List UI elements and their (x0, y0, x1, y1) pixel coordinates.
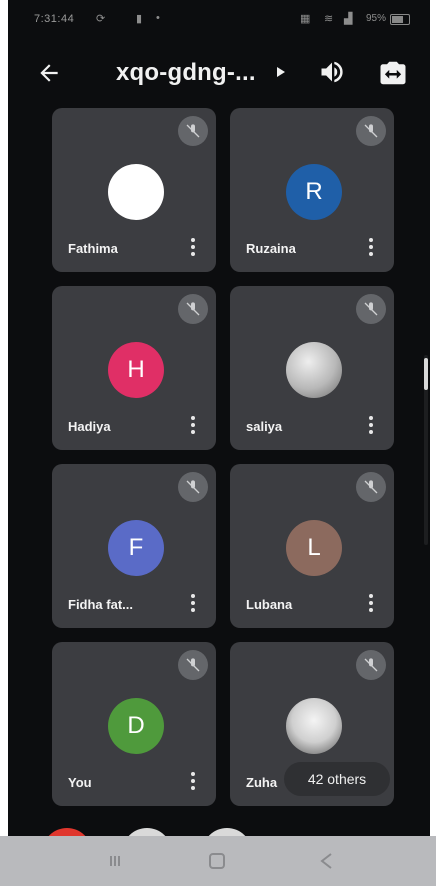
others-chip[interactable]: 42 others (284, 762, 390, 796)
more-options-icon[interactable] (368, 594, 374, 614)
meet-call-screen: 7:31:44 ⟳ ▮ • ▦ ≋ ▟ 95% xqo-gdng-... Fat… (8, 0, 430, 886)
more-options-icon[interactable] (190, 416, 196, 436)
dot-icon: • (156, 12, 160, 24)
mic-off-icon (178, 472, 208, 502)
avatar: L (286, 520, 342, 576)
back-icon[interactable] (316, 850, 338, 872)
status-time: 7:31:44 (34, 13, 75, 25)
participant-name: Hadiya (68, 419, 111, 434)
recents-icon[interactable] (104, 850, 126, 872)
participant-name: Zuha (246, 775, 278, 790)
avatar (108, 164, 164, 220)
hd-icon: ▦ (300, 13, 311, 25)
participant-tile[interactable]: L Lubana (230, 464, 394, 628)
participant-tile[interactable]: D You (52, 642, 216, 806)
participant-tile[interactable]: saliya (230, 286, 394, 450)
avatar: D (108, 698, 164, 754)
battery-icon (390, 14, 410, 25)
participant-name: You (68, 775, 92, 790)
mic-off-icon (356, 472, 386, 502)
participant-tile[interactable]: R Ruzaina (230, 108, 394, 272)
participant-tile[interactable]: F Fidha fat... (52, 464, 216, 628)
more-options-icon[interactable] (368, 416, 374, 436)
profile-photo (286, 698, 342, 754)
mic-off-icon (178, 116, 208, 146)
avatar: F (108, 520, 164, 576)
more-options-icon[interactable] (190, 772, 196, 792)
home-icon[interactable] (206, 850, 228, 872)
participant-name: Fathima (68, 241, 118, 256)
more-options-icon[interactable] (190, 594, 196, 614)
wifi-icon: ≋ (324, 13, 334, 25)
profile-photo (286, 342, 342, 398)
participant-tile[interactable]: H Hadiya (52, 286, 216, 450)
mic-off-icon (178, 294, 208, 324)
more-options-icon[interactable] (190, 238, 196, 258)
status-bar: 7:31:44 ⟳ ▮ • ▦ ≋ ▟ 95% (8, 0, 430, 38)
participant-name: Fidha fat... (68, 597, 133, 612)
participant-tile[interactable]: Fathima (52, 108, 216, 272)
mic-off-icon (356, 294, 386, 324)
avatar: R (286, 164, 342, 220)
back-arrow-icon[interactable] (36, 60, 62, 86)
meeting-code[interactable]: xqo-gdng-... (116, 59, 256, 87)
mic-off-icon (356, 116, 386, 146)
mic-off-icon (178, 650, 208, 680)
participant-name: Ruzaina (246, 241, 296, 256)
speaker-icon[interactable] (318, 58, 346, 86)
call-header: xqo-gdng-... (8, 48, 430, 98)
system-nav-bar (0, 836, 436, 886)
scrollbar-thumb[interactable] (424, 358, 428, 390)
avatar: H (108, 342, 164, 398)
battery-percent: 95% (365, 13, 386, 24)
caret-right-icon[interactable] (276, 66, 286, 78)
sync-icon: ⟳ (96, 13, 106, 25)
mic-status-icon: ▮ (136, 13, 143, 25)
mic-off-icon (356, 650, 386, 680)
more-options-icon[interactable] (368, 238, 374, 258)
participant-name: Lubana (246, 597, 293, 612)
signal-icon: ▟ (344, 13, 353, 25)
participant-name: saliya (246, 419, 283, 434)
switch-camera-icon[interactable] (378, 58, 408, 88)
